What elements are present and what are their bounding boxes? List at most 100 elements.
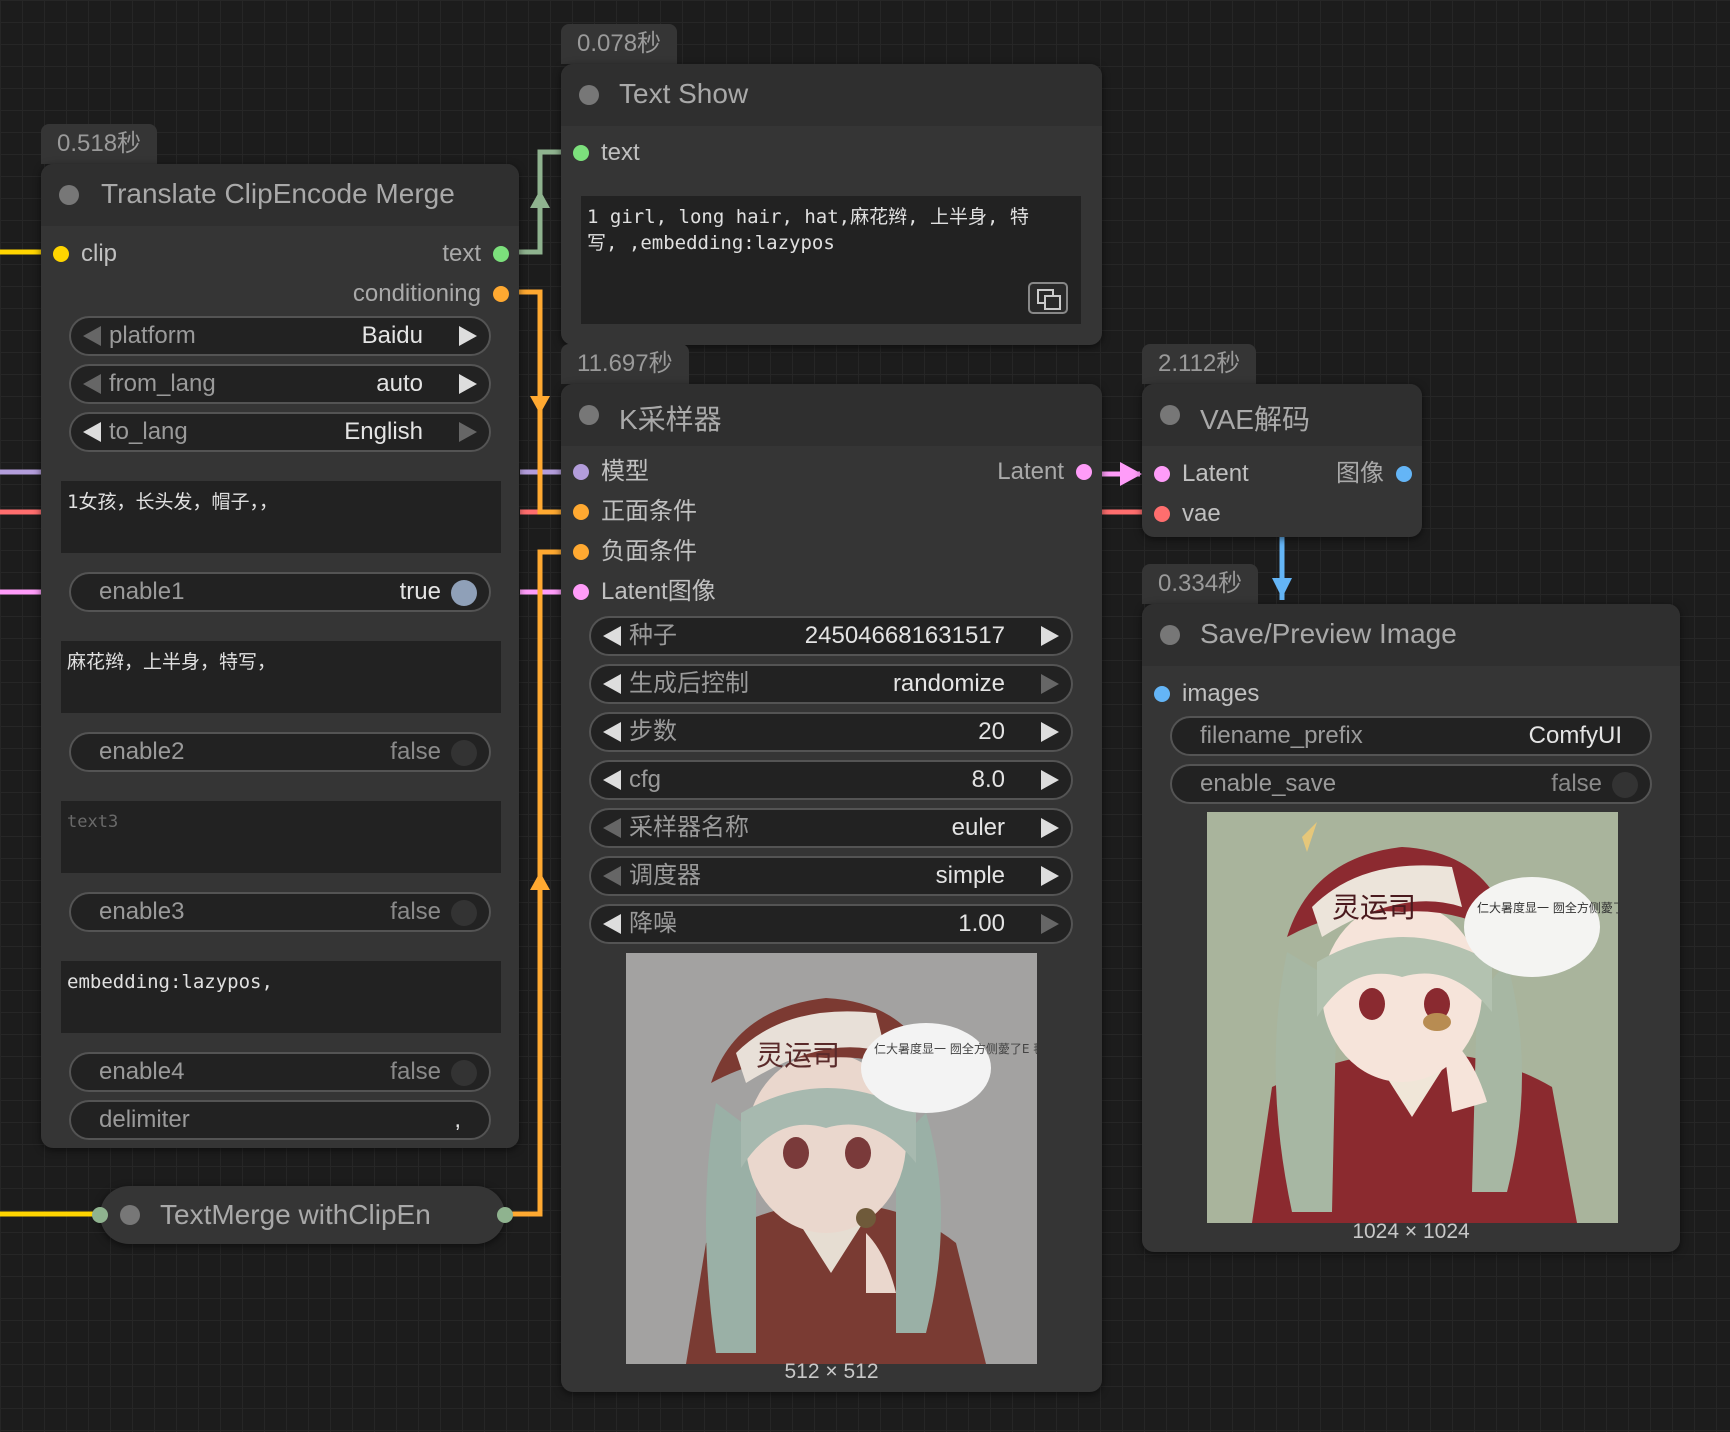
positive-input-dot-icon[interactable] <box>573 504 589 520</box>
increment-arrow-icon[interactable] <box>1041 770 1059 790</box>
vae-input-label: vae <box>1182 500 1221 527</box>
increment-arrow-icon[interactable] <box>1041 722 1059 742</box>
save-exec-time: 0.334秒 <box>1142 564 1259 604</box>
widget-value: simple <box>935 862 1005 889</box>
model-input-dot-icon[interactable] <box>573 464 589 480</box>
increment-arrow-icon[interactable] <box>1041 866 1059 886</box>
decrement-arrow-icon[interactable] <box>603 914 621 934</box>
from-lang-combo[interactable]: from_lang auto <box>69 364 491 404</box>
negative-input-label: 负面条件 <box>601 538 697 565</box>
seed-number[interactable]: 种子 245046681631517 <box>589 616 1073 656</box>
increment-arrow-icon[interactable] <box>459 374 477 394</box>
enable-save-toggle[interactable]: enable_save false <box>1170 764 1652 804</box>
toggle-value: false <box>390 738 441 765</box>
widget-value: 20 <box>978 718 1005 745</box>
translate-exec-time: 0.518秒 <box>41 124 158 164</box>
denoise-number[interactable]: 降噪 1.00 <box>589 904 1073 944</box>
node-title-bar[interactable]: K采样器 <box>561 384 1102 446</box>
text-input-label: text <box>601 139 640 166</box>
enable2-toggle[interactable]: enable2 false <box>69 732 491 772</box>
collapse-dot-icon[interactable] <box>579 405 599 425</box>
node-title: Translate ClipEncode Merge <box>101 178 455 209</box>
toggle-label: enable2 <box>99 738 185 765</box>
node-title-bar[interactable]: Save/Preview Image <box>1142 604 1680 666</box>
increment-arrow-icon[interactable] <box>1041 818 1059 838</box>
sampler-name-combo[interactable]: 采样器名称 euler <box>589 808 1073 848</box>
toggle-value: true <box>399 578 441 605</box>
filename-prefix-field[interactable]: filename_prefix ComfyUI <box>1170 716 1652 756</box>
text3-textarea[interactable]: text3 <box>61 801 501 873</box>
collapse-dot-icon[interactable] <box>120 1205 140 1225</box>
latent-output-dot-icon[interactable] <box>1076 464 1092 480</box>
conditioning-output-dot-icon[interactable] <box>493 286 509 302</box>
cfg-number[interactable]: cfg 8.0 <box>589 760 1073 800</box>
text4-textarea[interactable]: embedding:lazypos, <box>61 961 501 1033</box>
enable4-toggle[interactable]: enable4 false <box>69 1052 491 1092</box>
decrement-arrow-icon[interactable] <box>603 770 621 790</box>
node-title-bar[interactable]: Text Show <box>561 64 1102 126</box>
increment-arrow-icon[interactable] <box>1041 914 1059 934</box>
textmerge-node[interactable]: TextMerge withClipEn <box>92 1186 513 1244</box>
ksampler-exec-time: 11.697秒 <box>561 344 689 384</box>
text-show-content[interactable]: 1 girl, long hair, hat,麻花辫, 上半身, 特 写, ,e… <box>581 196 1081 324</box>
collapse-dot-icon[interactable] <box>1160 405 1180 425</box>
decrement-arrow-icon[interactable] <box>603 626 621 646</box>
images-input-dot-icon[interactable] <box>1154 686 1170 702</box>
latent-input-dot-icon[interactable] <box>573 584 589 600</box>
toggle-knob-icon[interactable] <box>451 900 477 926</box>
increment-arrow-icon[interactable] <box>1041 626 1059 646</box>
toggle-knob-icon[interactable] <box>451 740 477 766</box>
decrement-arrow-icon[interactable] <box>83 326 101 346</box>
text-input-dot-icon[interactable] <box>573 145 589 161</box>
decrement-arrow-icon[interactable] <box>83 374 101 394</box>
text-output-dot-icon[interactable] <box>493 246 509 262</box>
text1-textarea[interactable]: 1女孩，长头发，帽子，， <box>61 481 501 553</box>
control-after-generate-combo[interactable]: 生成后控制 randomize <box>589 664 1073 704</box>
steps-number[interactable]: 步数 20 <box>589 712 1073 752</box>
toggle-knob-icon[interactable] <box>451 1060 477 1086</box>
node-title-bar[interactable]: Translate ClipEncode Merge <box>41 164 519 226</box>
copy-button-icon[interactable] <box>1028 282 1068 314</box>
save-preview-image-node[interactable]: Save/Preview Image images filename_prefi… <box>1142 604 1680 1252</box>
increment-arrow-icon[interactable] <box>459 326 477 346</box>
latent-input-dot-icon[interactable] <box>1154 466 1170 482</box>
output-dot-icon[interactable] <box>497 1207 513 1223</box>
input-dot-icon[interactable] <box>92 1207 108 1223</box>
translate-clipencode-merge-node[interactable]: Translate ClipEncode Merge clip text con… <box>41 164 519 1148</box>
node-title: Save/Preview Image <box>1200 618 1457 649</box>
decrement-arrow-icon[interactable] <box>83 422 101 442</box>
decrement-arrow-icon[interactable] <box>603 818 621 838</box>
decrement-arrow-icon[interactable] <box>603 866 621 886</box>
anime-girl-preview-graphic: 灵运司 仁大暑度显一 囫全方侧薆了E 毬晷て薆全诸撮乂 元泚妆吾; <box>626 953 1037 1364</box>
collapse-dot-icon[interactable] <box>579 85 599 105</box>
image-output-dot-icon[interactable] <box>1396 466 1412 482</box>
to-lang-combo[interactable]: to_lang English <box>69 412 491 452</box>
enable1-toggle[interactable]: enable1 true <box>69 572 491 612</box>
vae-decode-node[interactable]: VAE解码 Latent 图像 vae <box>1142 384 1422 537</box>
node-title-bar[interactable]: VAE解码 <box>1142 384 1422 446</box>
toggle-knob-icon[interactable] <box>451 580 477 606</box>
collapse-dot-icon[interactable] <box>1160 625 1180 645</box>
increment-arrow-icon[interactable] <box>459 422 477 442</box>
output-image-size: 1024 × 1024 <box>1352 1220 1470 1243</box>
decrement-arrow-icon[interactable] <box>603 674 621 694</box>
decrement-arrow-icon[interactable] <box>603 722 621 742</box>
field-value: , <box>454 1106 461 1133</box>
negative-input-dot-icon[interactable] <box>573 544 589 560</box>
text-show-node[interactable]: Text Show text 1 girl, long hair, hat,麻花… <box>561 64 1102 345</box>
link-positive-arrow <box>530 396 550 414</box>
scheduler-combo[interactable]: 调度器 simple <box>589 856 1073 896</box>
enable3-toggle[interactable]: enable3 false <box>69 892 491 932</box>
toggle-knob-icon[interactable] <box>1612 772 1638 798</box>
delimiter-field[interactable]: delimiter , <box>69 1100 491 1140</box>
platform-combo[interactable]: platform Baidu <box>69 316 491 356</box>
text2-textarea[interactable]: 麻花辫，上半身，特写， <box>61 641 501 713</box>
widget-label: 降噪 <box>629 910 677 937</box>
ksampler-node[interactable]: K采样器 模型 Latent 正面条件 负面条件 Latent图像 种子 245… <box>561 384 1102 1392</box>
vae-input-dot-icon[interactable] <box>1154 506 1170 522</box>
increment-arrow-icon[interactable] <box>1041 674 1059 694</box>
field-label: filename_prefix <box>1200 722 1363 749</box>
collapse-dot-icon[interactable] <box>59 185 79 205</box>
clip-input-dot-icon[interactable] <box>53 246 69 262</box>
toggle-label: enable1 <box>99 578 185 605</box>
